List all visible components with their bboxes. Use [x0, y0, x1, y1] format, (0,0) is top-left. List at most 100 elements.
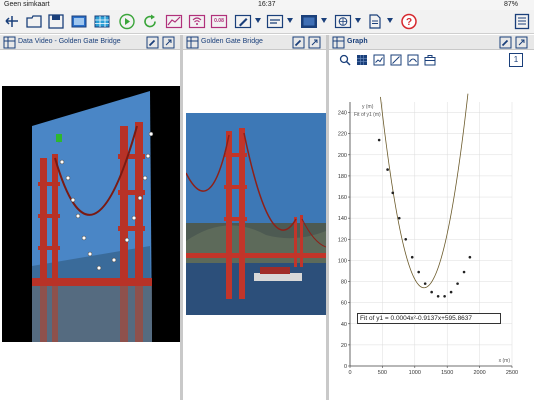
data-point [397, 216, 401, 220]
wrench-icon [499, 36, 512, 49]
data-point [449, 290, 453, 294]
disk-icon [48, 14, 64, 29]
layout-dropdown-caret[interactable] [287, 18, 293, 23]
y-tick-label: 140 [338, 216, 347, 222]
graph-grid-button[interactable] [356, 54, 368, 66]
film-icon [71, 15, 87, 28]
table-button[interactable] [93, 13, 111, 30]
y-tick-label: 20 [341, 343, 347, 349]
data-point [377, 138, 381, 142]
video-button[interactable] [70, 13, 88, 30]
formula-dropdown-caret[interactable] [255, 18, 261, 23]
y-tick-label: 0 [344, 364, 347, 370]
diagram-button[interactable] [165, 13, 183, 30]
page-number: 1 [513, 55, 519, 64]
y-tick-label: 60 [341, 301, 347, 307]
document-icon [369, 14, 381, 29]
tools-button[interactable] [334, 13, 352, 30]
graph-panel-title: Graph [347, 38, 368, 45]
status-bar: Geen simkaart 16:37 87% [0, 0, 534, 10]
clock-label: 16:37 [258, 1, 276, 8]
magnifier-icon [339, 54, 351, 66]
graph-fit-button[interactable] [390, 54, 402, 66]
panel-icon [514, 13, 530, 30]
data-point [443, 295, 446, 298]
document-button[interactable] [366, 13, 384, 30]
data-point [462, 270, 466, 274]
wrench-icon [292, 36, 305, 49]
image-panel-maximize-button[interactable] [308, 36, 321, 49]
video-panel-tools-button[interactable] [146, 36, 159, 49]
video-panel-menu-button[interactable] [3, 36, 16, 49]
data-point [417, 270, 420, 274]
play-button[interactable] [118, 13, 136, 30]
data-point [391, 191, 395, 195]
data-point [456, 282, 459, 285]
screen-dropdown-caret[interactable] [321, 18, 327, 23]
maximize-icon [308, 36, 321, 49]
wrench-icon [146, 36, 159, 49]
refresh-button[interactable] [141, 13, 159, 30]
layout-icon [266, 14, 284, 29]
image-panel-menu-button[interactable] [186, 36, 199, 49]
x-tick-label: 500 [378, 370, 387, 376]
wifi-button[interactable] [188, 13, 206, 30]
toolbox-icon [424, 55, 436, 66]
graph-toolbox-button[interactable] [424, 54, 436, 66]
graph-panel-tools-button[interactable] [499, 36, 512, 49]
x-axis-label: x (m) [499, 358, 511, 364]
maximize-icon [515, 36, 528, 49]
graph-panel-maximize-button[interactable] [515, 36, 528, 49]
fit-equation-box[interactable]: Fit of y1 = 0.0004x²-0.9137x+595.8637 [357, 313, 501, 324]
data-point [430, 290, 433, 294]
screen-button[interactable] [300, 13, 318, 30]
x-tick-label: 2000 [473, 370, 485, 376]
layout-button[interactable] [266, 13, 284, 30]
video-frame[interactable] [2, 86, 180, 342]
play-icon [119, 13, 135, 30]
grid-icon [186, 36, 199, 49]
value-button[interactable]: 0.08 [210, 13, 228, 30]
line-chart-icon [373, 54, 385, 66]
save-button[interactable] [47, 13, 65, 30]
fit-icon [390, 54, 402, 66]
y-tick-label: 220 [338, 132, 347, 138]
image-panel: Golden Gate Bridge [183, 35, 326, 400]
carrier-label: Geen simkaart [4, 1, 50, 8]
image-panel-title: Golden Gate Bridge [201, 38, 263, 45]
graph-plot[interactable]: 0 20 40 60 80 100 120 140 160 180 200 220 240 0 500 100… [332, 92, 530, 384]
y-tick-label: 120 [338, 237, 347, 243]
document-dropdown-caret[interactable] [387, 18, 393, 23]
y-axis-label: y (m) [362, 104, 374, 110]
y-tick-label: 40 [341, 322, 347, 328]
x-tick-label: 1000 [409, 370, 421, 376]
legend-fit-label: Fit of y1 (m) [354, 112, 381, 118]
formula-button[interactable] [234, 13, 252, 30]
bridge-photo [186, 113, 326, 315]
zoom-button[interactable] [339, 54, 351, 66]
sidebar-toggle-button[interactable] [513, 13, 531, 30]
grid-icon [3, 36, 16, 49]
svg-text:?: ? [406, 17, 412, 28]
graph-tangent-button[interactable] [407, 54, 419, 66]
maximize-icon [162, 36, 175, 49]
new-project-button[interactable] [3, 13, 21, 30]
graph-panel-menu-button[interactable] [332, 36, 345, 49]
arrows-icon [5, 16, 18, 27]
x-tick-label: 0 [348, 370, 351, 376]
page-number-box[interactable]: 1 [509, 53, 523, 67]
data-point [468, 255, 472, 259]
y-tick-label: 80 [341, 280, 347, 286]
x-tick-label: 1500 [441, 370, 453, 376]
video-panel-maximize-button[interactable] [162, 36, 175, 49]
graph-panel-header: Graph [329, 35, 534, 50]
image-panel-tools-button[interactable] [292, 36, 305, 49]
help-button[interactable]: ? [400, 13, 418, 30]
fit-curve [380, 93, 469, 289]
grid-icon [332, 36, 345, 49]
tools-dropdown-caret[interactable] [355, 18, 361, 23]
data-point [404, 237, 408, 241]
graph-line-button[interactable] [373, 54, 385, 66]
open-button[interactable] [25, 13, 43, 30]
data-point [436, 295, 440, 298]
